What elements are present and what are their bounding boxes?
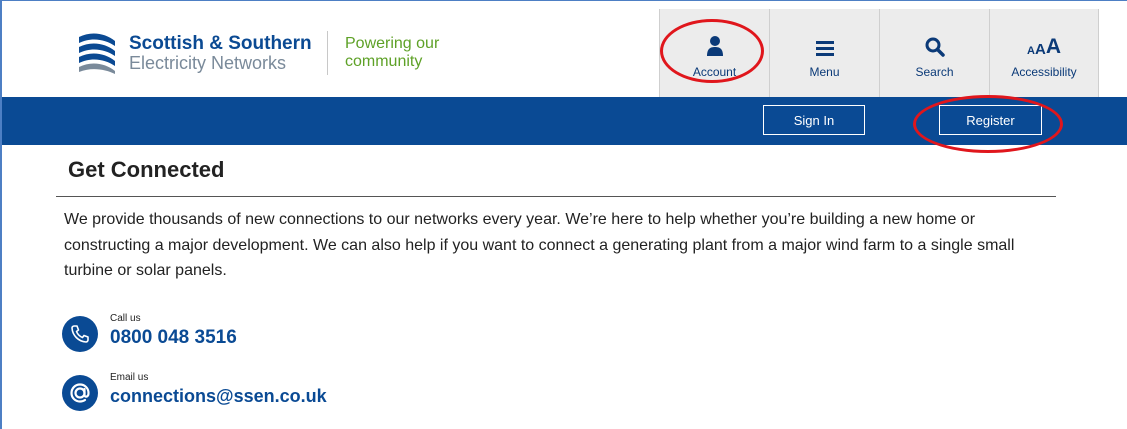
utility-nav: Account Menu Search AAA Accessibility [659, 9, 1099, 97]
tagline-line1: Powering our [345, 35, 440, 52]
logo-swoosh-icon [79, 33, 115, 74]
text-size-small: A [1027, 45, 1035, 57]
tagline-line2: community [345, 53, 423, 70]
sign-in-button[interactable]: Sign In [763, 105, 865, 135]
menu-label: Menu [809, 65, 840, 79]
title-divider [56, 196, 1056, 197]
text-size-icon: AAA [1027, 31, 1061, 57]
at-icon [62, 375, 98, 411]
email-label: Email us [110, 372, 149, 383]
register-button[interactable]: Register [939, 105, 1042, 135]
account-button[interactable]: Account [659, 9, 769, 97]
logo-name-line1: Scottish & Southern [129, 33, 312, 54]
logo-divider [327, 31, 328, 75]
search-label: Search [915, 65, 954, 79]
account-label: Account [692, 65, 737, 79]
text-size-large: A [1045, 35, 1061, 58]
phone-label: Call us [110, 313, 141, 324]
hamburger-icon [815, 31, 835, 57]
person-icon [706, 31, 724, 57]
logo-name-line2: Electricity Networks [129, 53, 287, 73]
accessibility-label: Accessibility [1011, 65, 1077, 79]
search-button[interactable]: Search [879, 9, 989, 97]
site-logo[interactable]: Scottish & Southern Electricity Networks [77, 29, 317, 75]
brand-tagline: Powering our community [345, 35, 439, 71]
menu-button[interactable]: Menu [769, 9, 879, 97]
page-title: Get Connected [68, 157, 225, 182]
email-link[interactable]: connections@ssen.co.uk [110, 386, 327, 407]
accessibility-button[interactable]: AAA Accessibility [989, 9, 1099, 97]
phone-icon [62, 316, 98, 352]
intro-paragraph: We provide thousands of new connections … [64, 211, 1015, 279]
phone-number-link[interactable]: 0800 048 3516 [110, 327, 237, 349]
site-header: Scottish & Southern Electricity Networks… [2, 1, 1099, 97]
search-icon [925, 31, 945, 57]
auth-bar: Sign In Register [2, 97, 1127, 145]
text-size-medium: A [1034, 41, 1046, 58]
